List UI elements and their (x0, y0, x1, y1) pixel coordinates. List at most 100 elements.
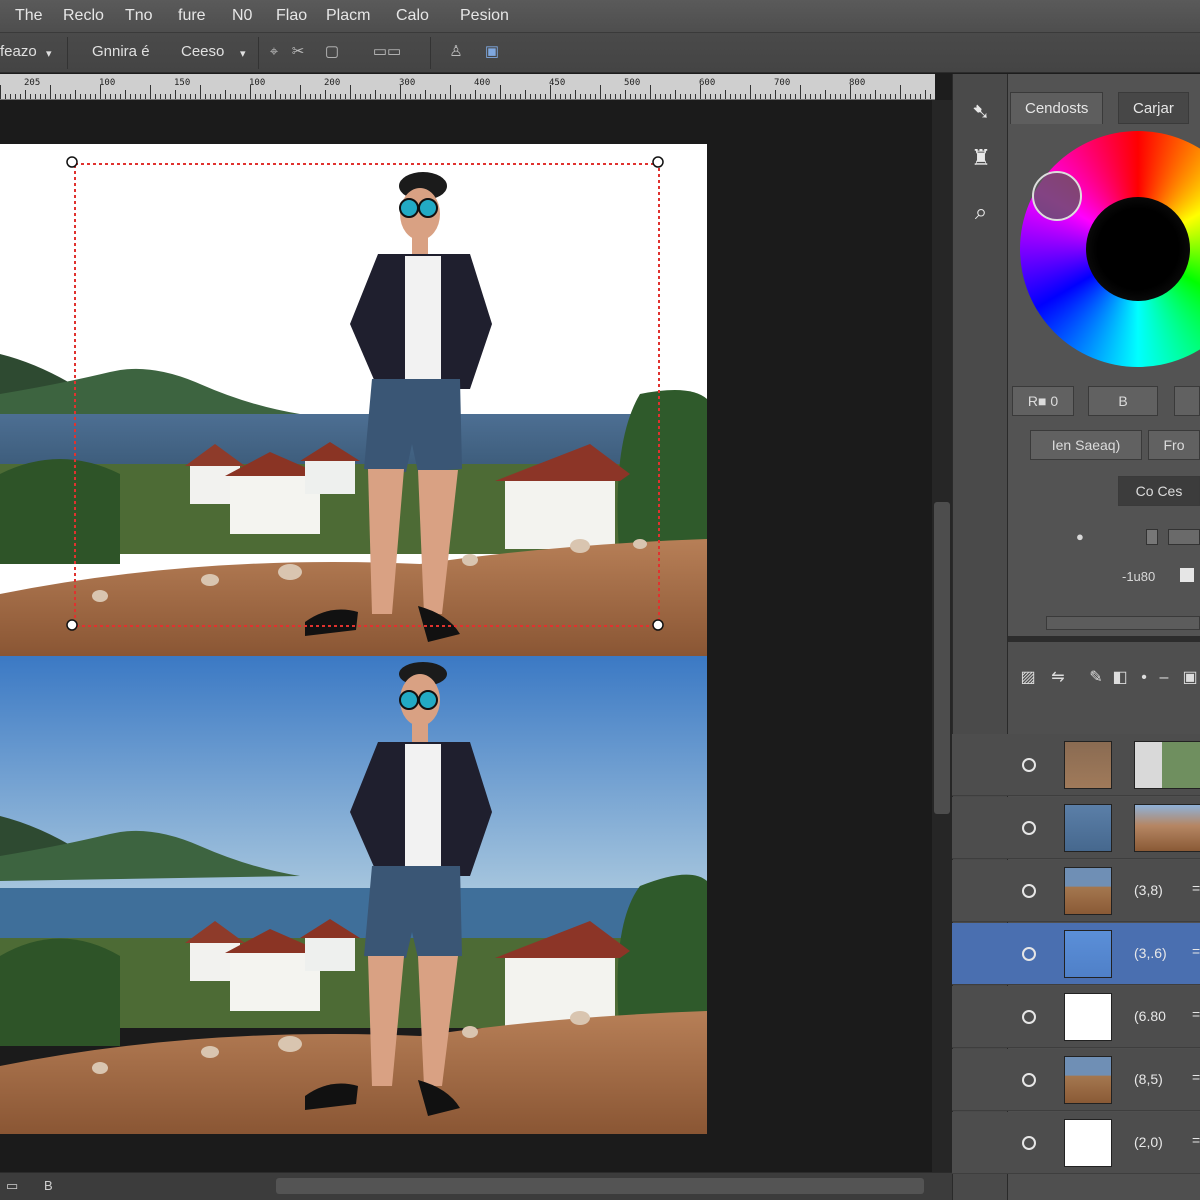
color-picker-marker[interactable] (1032, 171, 1082, 221)
ruler-tick (870, 94, 871, 99)
mode-b-dropdown-arrow[interactable]: ▾ (240, 47, 246, 60)
ruler-tick (165, 94, 166, 99)
layer-visibility-icon[interactable] (1022, 758, 1036, 772)
document-cutout[interactable] (0, 144, 707, 656)
ruler-tick (645, 94, 646, 99)
tab-carjar[interactable]: Carjar (1118, 92, 1189, 124)
channel-extra-button[interactable] (1174, 386, 1200, 416)
ruler-tick (925, 90, 926, 99)
layer-visibility-icon[interactable] (1022, 1136, 1036, 1150)
original-image (0, 656, 707, 1134)
horizontal-scroll-thumb[interactable] (276, 1178, 924, 1194)
ruler-tick (635, 94, 636, 99)
layer-visibility-icon[interactable] (1022, 1010, 1036, 1024)
minus-icon[interactable]: – (1152, 666, 1176, 690)
ruler-label: 600 (699, 78, 716, 88)
ruler-tick (875, 90, 876, 99)
ruler-tick (760, 94, 761, 99)
layer-row[interactable] (952, 797, 1200, 859)
ruler-tick (120, 94, 121, 99)
fill-icon[interactable]: ◧ (1108, 666, 1132, 690)
layer-row[interactable]: (3,8) = (952, 860, 1200, 922)
ruler-tick (470, 94, 471, 99)
ruler-tick (795, 94, 796, 99)
stamp-icon[interactable]: ♙ (444, 41, 468, 63)
pin-icon[interactable]: ⌖ (262, 41, 286, 63)
zoom-icon[interactable]: ⌕ (967, 198, 995, 226)
color-wheel-center[interactable] (1086, 197, 1190, 301)
preset-dropdown-arrow[interactable]: ▾ (46, 47, 52, 60)
color-wheel[interactable] (1020, 131, 1200, 367)
slider-value-field[interactable] (1168, 529, 1200, 545)
separator (430, 37, 431, 69)
ruler-tick (310, 94, 311, 99)
menu-item[interactable]: The (15, 7, 43, 25)
ruler-tick (815, 94, 816, 99)
panel-slider-track[interactable] (1046, 616, 1200, 630)
menu-item[interactable]: fure (178, 7, 206, 25)
ruler-tick (195, 94, 196, 99)
ruler-tick (810, 94, 811, 99)
layer-link-icon[interactable]: = (1192, 1069, 1200, 1085)
preset-select[interactable]: feazo (0, 43, 37, 60)
menu-item[interactable]: Tno (125, 7, 153, 25)
offset-checkbox[interactable] (1180, 568, 1194, 582)
feather-icon[interactable]: ➷ (967, 98, 995, 126)
mode-a-select[interactable]: Gnnira é (92, 43, 150, 60)
stamp-tool-icon[interactable]: ♜ (967, 144, 995, 172)
ruler-tick (915, 94, 916, 99)
layer-link-icon[interactable]: = (1192, 1132, 1200, 1148)
ruler-tick (140, 94, 141, 99)
from-button[interactable]: Fro (1148, 430, 1200, 460)
ruler-tick (725, 90, 726, 99)
menu-item[interactable]: Flao (276, 7, 307, 25)
ruler-tick (690, 94, 691, 99)
brush-icon[interactable]: ✎ (1084, 666, 1108, 690)
layer-row[interactable]: (6.80 = (952, 986, 1200, 1048)
layer-visibility-icon[interactable] (1022, 947, 1036, 961)
ruler-tick (670, 94, 671, 99)
tab-cendosts[interactable]: Cendosts (1010, 92, 1104, 124)
ruler-tick (475, 90, 476, 99)
horizontal-ruler: 205 100 150 100 200 300 400 450 500 600 700 800 (0, 74, 935, 100)
layer-row[interactable]: (3,.6) = (952, 923, 1200, 985)
load-swatch-button[interactable]: Ien Saeaq) (1030, 430, 1142, 460)
cut-icon[interactable]: ✂ (286, 41, 310, 63)
vertical-scroll-thumb[interactable] (934, 502, 950, 814)
document-original[interactable] (0, 656, 707, 1134)
layer-visibility-icon[interactable] (1022, 821, 1036, 835)
save-icon[interactable]: ▣ (480, 41, 504, 63)
layer-row[interactable] (952, 734, 1200, 796)
link-icon[interactable]: ⇋ (1046, 666, 1070, 690)
channel-r-button[interactable]: R■ 0 (1012, 386, 1074, 416)
ruler-label: 500 (624, 78, 641, 88)
layer-row[interactable]: (8,5) = (952, 1049, 1200, 1111)
slider-knob-icon[interactable]: ● (1076, 529, 1084, 544)
color-ces-button[interactable]: Co Ces (1118, 476, 1200, 506)
layer-link-icon[interactable]: = (1192, 1006, 1200, 1022)
ruler-tick (605, 94, 606, 99)
menu-item[interactable]: Pesion (460, 7, 509, 25)
channel-b-button[interactable]: B (1088, 386, 1158, 416)
menu-item[interactable]: Calo (396, 7, 429, 25)
menu-item[interactable]: Placm (326, 7, 370, 25)
menu-item[interactable]: Reclo (63, 7, 104, 25)
layer-visibility-icon[interactable] (1022, 1073, 1036, 1087)
ruler-tick (580, 94, 581, 99)
layer-visibility-icon[interactable] (1022, 884, 1036, 898)
layer-row[interactable]: (2,0) = (952, 1112, 1200, 1174)
vertical-scrollbar[interactable] (932, 100, 952, 1172)
marquee-options-icon[interactable]: ▭▭ (360, 41, 414, 63)
ruler-tick (435, 94, 436, 99)
layer-link-icon[interactable]: = (1192, 880, 1200, 896)
ruler-tick (420, 94, 421, 99)
frame-icon[interactable]: ▢ (320, 41, 344, 63)
new-layer-icon[interactable]: ▣ (1178, 666, 1200, 690)
slider-handle[interactable] (1146, 529, 1158, 545)
ruler-tick (85, 94, 86, 99)
layer-link-icon[interactable]: = (1192, 943, 1200, 959)
menu-item[interactable]: N0 (232, 7, 252, 25)
image-icon[interactable]: ▨ (1016, 666, 1040, 690)
mode-b-select[interactable]: Ceeso (181, 43, 224, 60)
ruler-tick (840, 94, 841, 99)
